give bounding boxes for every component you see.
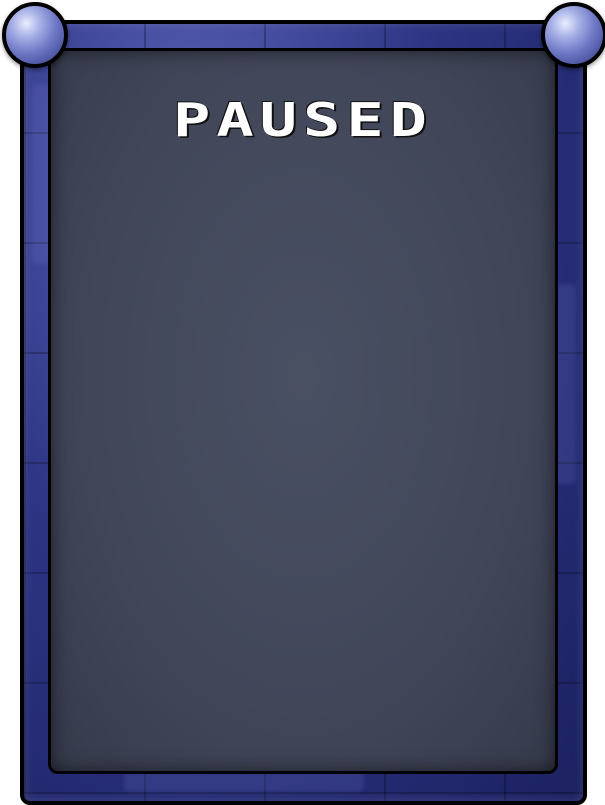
crystal-orb-icon — [541, 2, 605, 68]
stone-texture — [124, 772, 364, 792]
crystal-orb-icon — [2, 2, 68, 68]
pause-panel: PAUSED — [48, 48, 558, 774]
paused-title: PAUSED — [173, 92, 433, 147]
